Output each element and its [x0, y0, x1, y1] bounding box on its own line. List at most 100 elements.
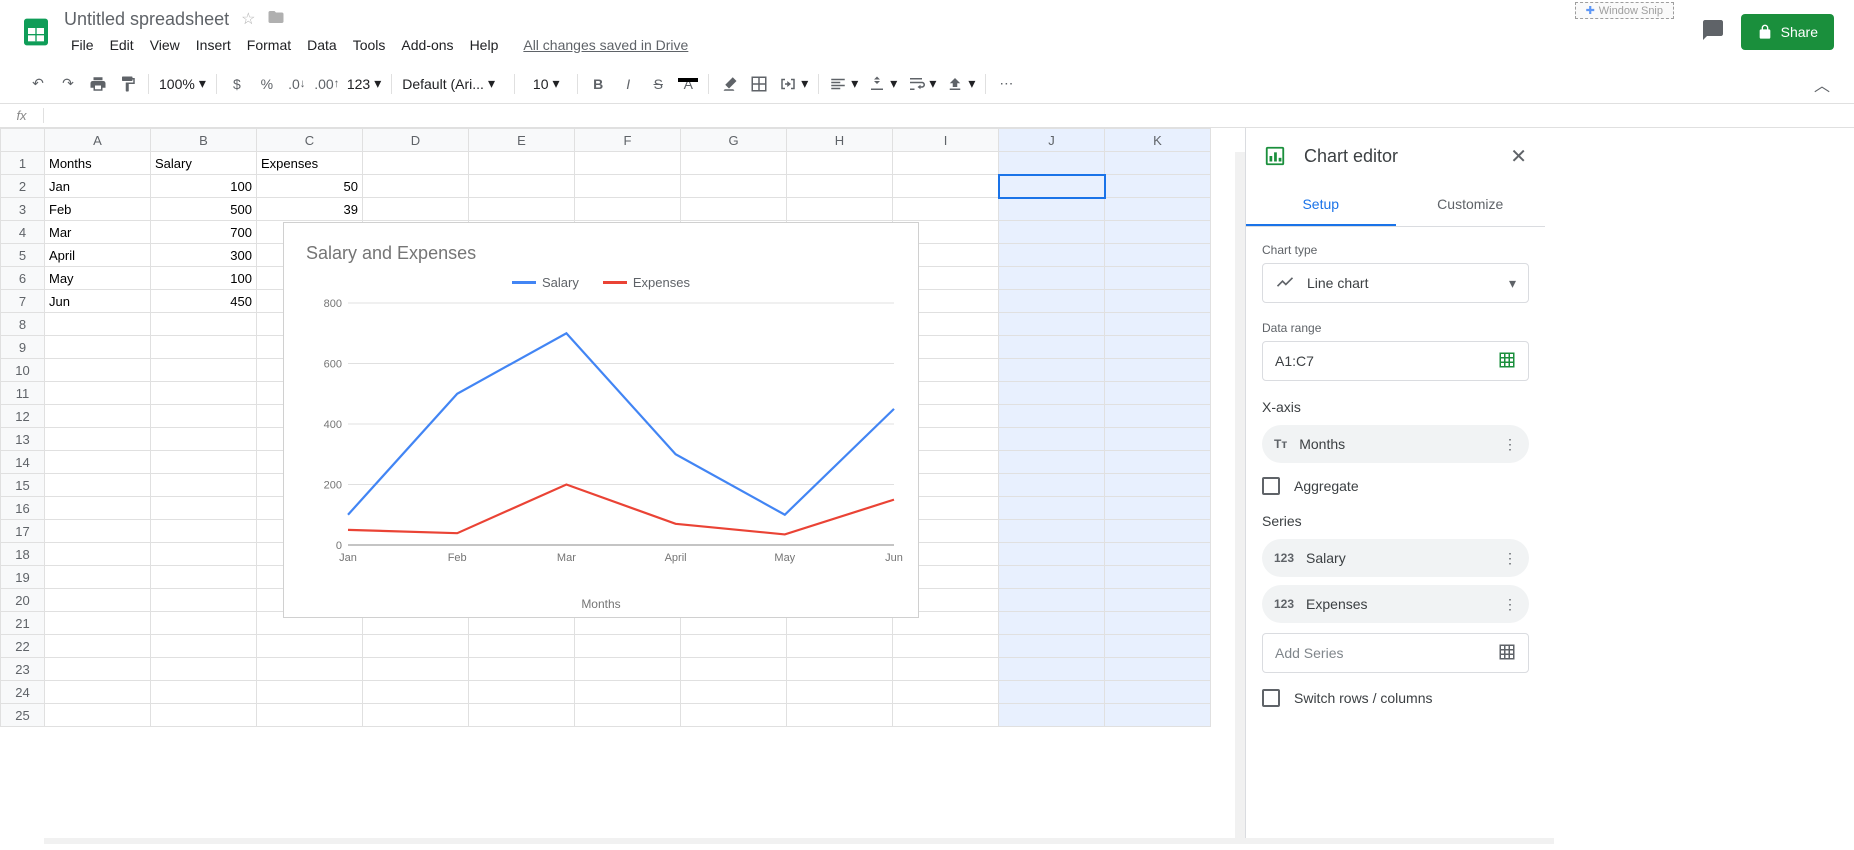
cell-A12[interactable]	[45, 405, 151, 428]
row-header-18[interactable]: 18	[1, 543, 45, 566]
cell-A11[interactable]	[45, 382, 151, 405]
checkbox-icon[interactable]	[1262, 477, 1280, 495]
cell-J25[interactable]	[999, 704, 1105, 727]
cell-D2[interactable]	[363, 175, 469, 198]
cell-B7[interactable]: 450	[151, 290, 257, 313]
cell-A17[interactable]	[45, 520, 151, 543]
cell-J8[interactable]	[999, 313, 1105, 336]
col-header-A[interactable]: A	[45, 129, 151, 152]
checkbox-icon[interactable]	[1262, 689, 1280, 707]
cell-K17[interactable]	[1105, 520, 1211, 543]
cell-K18[interactable]	[1105, 543, 1211, 566]
cell-H1[interactable]	[787, 152, 893, 175]
row-header-3[interactable]: 3	[1, 198, 45, 221]
decrease-decimal-icon[interactable]: .0↓	[283, 70, 311, 98]
cell-J7[interactable]	[999, 290, 1105, 313]
cell-J1[interactable]	[999, 152, 1105, 175]
row-header-2[interactable]: 2	[1, 175, 45, 198]
cell-A13[interactable]	[45, 428, 151, 451]
horizontal-scrollbar[interactable]	[44, 838, 1554, 844]
cell-B14[interactable]	[151, 451, 257, 474]
doc-title[interactable]: Untitled spreadsheet	[64, 9, 229, 30]
fill-color-icon[interactable]	[715, 70, 743, 98]
cell-B25[interactable]	[151, 704, 257, 727]
star-icon[interactable]: ☆	[241, 9, 255, 29]
cell-J6[interactable]	[999, 267, 1105, 290]
cell-K1[interactable]	[1105, 152, 1211, 175]
cell-H3[interactable]	[787, 198, 893, 221]
cell-B12[interactable]	[151, 405, 257, 428]
cell-J3[interactable]	[999, 198, 1105, 221]
cell-K8[interactable]	[1105, 313, 1211, 336]
cell-K9[interactable]	[1105, 336, 1211, 359]
menu-format[interactable]: Format	[240, 33, 298, 57]
cell-K10[interactable]	[1105, 359, 1211, 382]
halign-icon[interactable]: ▾	[825, 75, 862, 93]
cell-K16[interactable]	[1105, 497, 1211, 520]
cell-K22[interactable]	[1105, 635, 1211, 658]
cell-K4[interactable]	[1105, 221, 1211, 244]
cell-A5[interactable]: April	[45, 244, 151, 267]
font-size-select[interactable]: 10▾	[521, 75, 571, 92]
cell-K5[interactable]	[1105, 244, 1211, 267]
embedded-chart[interactable]: Salary and Expenses Salary Expenses 0200…	[283, 222, 919, 618]
tab-setup[interactable]: Setup	[1246, 184, 1396, 226]
switch-rows-checkbox-row[interactable]: Switch rows / columns	[1262, 689, 1529, 707]
cell-A7[interactable]: Jun	[45, 290, 151, 313]
cell-A24[interactable]	[45, 681, 151, 704]
col-header-K[interactable]: K	[1105, 129, 1211, 152]
col-header-F[interactable]: F	[575, 129, 681, 152]
cell-B5[interactable]: 300	[151, 244, 257, 267]
vertical-scrollbar[interactable]	[1235, 152, 1245, 844]
sheet-area[interactable]: ABCDEFGHIJK1MonthsSalaryExpenses2Jan1005…	[0, 128, 1245, 844]
cell-B1[interactable]: Salary	[151, 152, 257, 175]
cell-A25[interactable]	[45, 704, 151, 727]
zoom-select[interactable]: 100%▾	[155, 75, 210, 92]
cell-B16[interactable]	[151, 497, 257, 520]
cell-J10[interactable]	[999, 359, 1105, 382]
cell-B22[interactable]	[151, 635, 257, 658]
cell-K6[interactable]	[1105, 267, 1211, 290]
cell-K25[interactable]	[1105, 704, 1211, 727]
cell-C1[interactable]: Expenses	[257, 152, 363, 175]
cell-J17[interactable]	[999, 520, 1105, 543]
series-chip-salary[interactable]: 123 Salary ⋮	[1262, 539, 1529, 577]
cell-K19[interactable]	[1105, 566, 1211, 589]
cell-F24[interactable]	[575, 681, 681, 704]
menu-edit[interactable]: Edit	[103, 33, 141, 57]
cell-A18[interactable]	[45, 543, 151, 566]
cell-K2[interactable]	[1105, 175, 1211, 198]
cell-F23[interactable]	[575, 658, 681, 681]
cell-G23[interactable]	[681, 658, 787, 681]
cell-K20[interactable]	[1105, 589, 1211, 612]
row-header-14[interactable]: 14	[1, 451, 45, 474]
row-header-24[interactable]: 24	[1, 681, 45, 704]
cell-C23[interactable]	[257, 658, 363, 681]
cell-A14[interactable]	[45, 451, 151, 474]
cell-B17[interactable]	[151, 520, 257, 543]
row-header-16[interactable]: 16	[1, 497, 45, 520]
cell-H2[interactable]	[787, 175, 893, 198]
cell-J5[interactable]	[999, 244, 1105, 267]
cell-J19[interactable]	[999, 566, 1105, 589]
cell-J12[interactable]	[999, 405, 1105, 428]
cell-K3[interactable]	[1105, 198, 1211, 221]
font-select[interactable]: Default (Ari...▾	[398, 75, 508, 92]
row-header-25[interactable]: 25	[1, 704, 45, 727]
wrap-icon[interactable]: ▾	[903, 75, 940, 93]
merge-icon[interactable]: ▾	[775, 75, 812, 93]
row-header-1[interactable]: 1	[1, 152, 45, 175]
cell-F2[interactable]	[575, 175, 681, 198]
cell-B19[interactable]	[151, 566, 257, 589]
cell-J9[interactable]	[999, 336, 1105, 359]
strike-icon[interactable]: S	[644, 70, 672, 98]
cell-J23[interactable]	[999, 658, 1105, 681]
menu-insert[interactable]: Insert	[189, 33, 238, 57]
cell-K13[interactable]	[1105, 428, 1211, 451]
menu-tools[interactable]: Tools	[346, 33, 393, 57]
undo-icon[interactable]: ↶	[24, 70, 52, 98]
cell-I23[interactable]	[893, 658, 999, 681]
cell-K11[interactable]	[1105, 382, 1211, 405]
cell-J11[interactable]	[999, 382, 1105, 405]
col-header-B[interactable]: B	[151, 129, 257, 152]
